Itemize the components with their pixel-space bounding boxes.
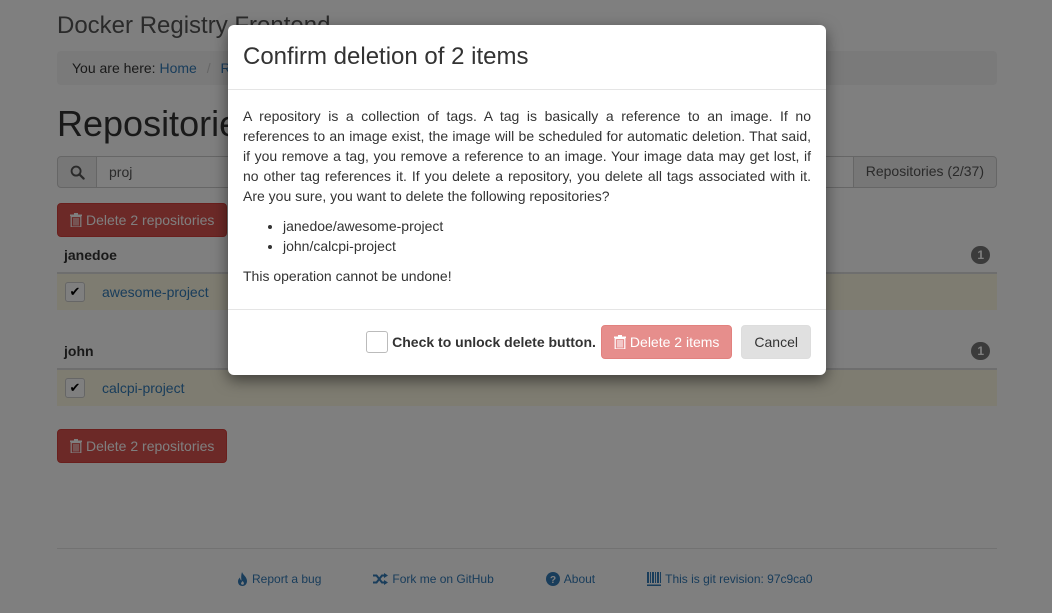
modal-title: Confirm deletion of 2 items xyxy=(243,43,529,70)
unlock-checkbox[interactable] xyxy=(366,331,389,353)
delete-items-label: Delete 2 items xyxy=(629,334,720,350)
unlock-delete-toggle[interactable]: Check to unlock delete button. xyxy=(366,331,596,353)
confirm-delete-modal: Confirm deletion of 2 items A repository… xyxy=(228,25,826,375)
delete-items-list: janedoe/awesome-project john/calcpi-proj… xyxy=(243,216,811,256)
cancel-button[interactable]: Cancel xyxy=(741,325,811,359)
modal-description: A repository is a collection of tags. A … xyxy=(243,108,811,204)
delete-items-button[interactable]: Delete 2 items xyxy=(600,325,733,359)
modal-warning: This operation cannot be undone! xyxy=(243,268,452,284)
modal-footer: Check to unlock delete button. Delete 2 … xyxy=(228,310,826,374)
delete-item: john/calcpi-project xyxy=(283,236,811,256)
modal-header: Confirm deletion of 2 items xyxy=(228,25,826,90)
modal-body: A repository is a collection of tags. A … xyxy=(228,90,826,310)
unlock-label: Check to unlock delete button. xyxy=(392,334,596,350)
trash-icon xyxy=(613,335,626,349)
delete-item: janedoe/awesome-project xyxy=(283,216,811,236)
